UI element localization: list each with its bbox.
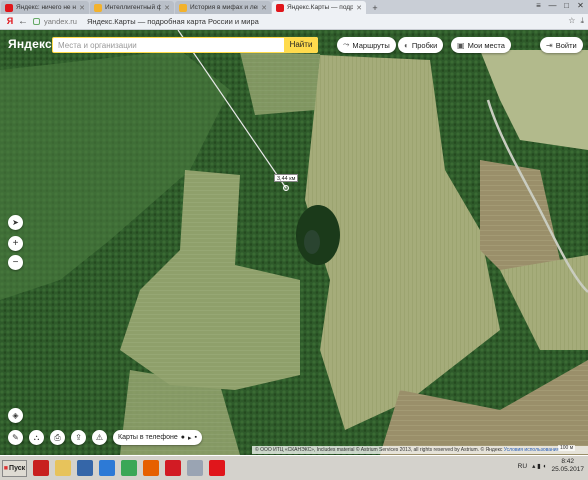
folder-icon[interactable] bbox=[55, 460, 71, 476]
route-icon: ⤳ bbox=[343, 40, 350, 49]
yandex-favicon-icon bbox=[5, 3, 13, 12]
satellite-map[interactable] bbox=[0, 30, 588, 455]
acrobat-icon[interactable] bbox=[33, 460, 49, 476]
start-label: Пуск bbox=[9, 464, 26, 472]
bookmark-icon: ▣ bbox=[457, 40, 465, 50]
yandex-maps-favicon-icon bbox=[276, 3, 284, 12]
close-window-icon[interactable]: ✕ bbox=[575, 1, 586, 10]
browser-tab[interactable]: Яндекс: ничего не найде ✕ bbox=[1, 1, 89, 14]
terms-link[interactable]: Условия использования bbox=[504, 447, 560, 453]
copyright-text: © ООО ИТЦ «СКАНЭКС», Includes material ©… bbox=[255, 447, 503, 453]
share-icon[interactable]: ⇪ bbox=[71, 430, 86, 445]
lock-icon bbox=[33, 18, 40, 25]
login-button[interactable]: ⇥ Войти bbox=[540, 37, 583, 53]
language-indicator[interactable]: RU bbox=[518, 463, 527, 470]
ruler-endpoint-icon[interactable] bbox=[283, 185, 289, 191]
opera-icon[interactable] bbox=[165, 460, 181, 476]
address-bar-actions: ☆ ⤓ bbox=[568, 16, 584, 26]
search-input[interactable] bbox=[53, 38, 284, 52]
login-label: Войти bbox=[555, 40, 577, 50]
bookmark-star-icon[interactable]: ☆ bbox=[568, 16, 575, 26]
minimize-icon[interactable]: — bbox=[547, 1, 558, 10]
geolocation-icon[interactable]: ➤ bbox=[8, 215, 23, 230]
taskbar-apps bbox=[27, 460, 225, 476]
maps-in-phone-label: Карты в телефоне bbox=[118, 434, 178, 441]
browser-tab[interactable]: История в мифах и легенд ✕ bbox=[175, 1, 271, 14]
system-tray: RU ▴ ▮ ◖ 8:42 25.05.2017 bbox=[518, 458, 584, 474]
tray-icons: ▴ ▮ ◖ bbox=[532, 463, 547, 470]
date: 25.05.2017 bbox=[551, 466, 584, 473]
traffic-button[interactable]: ◐ Пробки bbox=[398, 37, 444, 53]
url-field[interactable]: yandex.ru Яндекс.Карты — подробная карта… bbox=[33, 17, 259, 26]
search-box: Найти bbox=[52, 37, 318, 53]
clock[interactable]: 8:42 25.05.2017 bbox=[551, 458, 584, 474]
page-title: Яндекс.Карты — подробная карта России и … bbox=[86, 17, 259, 26]
window-controls: ≡ — □ ✕ bbox=[533, 1, 586, 10]
yandex-browser-icon[interactable] bbox=[209, 460, 225, 476]
yandex-logo[interactable]: Яндекс bbox=[8, 37, 52, 51]
zoom-in-button[interactable]: + bbox=[8, 236, 23, 251]
address-bar: Я ← yandex.ru Яндекс.Карты — подробная к… bbox=[0, 14, 588, 30]
close-tab-icon[interactable]: ✕ bbox=[356, 4, 362, 12]
login-icon: ⇥ bbox=[546, 40, 553, 50]
copyright-line: © ООО ИТЦ «СКАНЭКС», Includes material ©… bbox=[252, 446, 588, 454]
traffic-label: Пробки bbox=[411, 40, 438, 50]
download-icon[interactable]: ⤓ bbox=[580, 16, 584, 26]
find-button[interactable]: Найти bbox=[284, 37, 318, 53]
menu-icon[interactable]: ≡ bbox=[533, 1, 544, 10]
print-icon[interactable]: ⎙ bbox=[50, 430, 65, 445]
windows-flag-icon: ■ bbox=[3, 464, 9, 472]
tab-title: Яндекс: ничего не найде bbox=[16, 4, 76, 11]
chrome-icon[interactable] bbox=[121, 460, 137, 476]
warning-icon[interactable]: ⚠ bbox=[92, 430, 107, 445]
zoom-out-button[interactable]: − bbox=[8, 255, 23, 270]
maps-in-phone-button[interactable]: Карты в телефоне ● ▸ ▪ bbox=[113, 430, 202, 445]
tab-title: История в мифах и легенд bbox=[190, 4, 258, 11]
distance-label[interactable]: 3,44 км bbox=[274, 174, 299, 182]
windows-icon: ▪ bbox=[194, 434, 197, 441]
apple-icon: ● bbox=[180, 434, 185, 441]
routes-button[interactable]: ⤳ Маршруты bbox=[337, 37, 396, 53]
taskbar: ■ Пуск RU ▴ ▮ ◖ 8:42 25.05.2017 bbox=[0, 455, 588, 480]
maximize-icon[interactable]: □ bbox=[561, 1, 572, 10]
player-icon[interactable] bbox=[77, 460, 93, 476]
back-icon[interactable]: ← bbox=[17, 16, 29, 27]
ruler-icon[interactable]: ✎ bbox=[8, 430, 23, 445]
satellite-imagery bbox=[0, 30, 588, 455]
my-places-label: Мои места bbox=[467, 40, 505, 50]
ie-icon[interactable] bbox=[99, 460, 115, 476]
forum-favicon-icon bbox=[179, 3, 187, 12]
bottom-toolbar: ✎ ⛬ ⎙ ⇪ ⚠ Карты в телефоне ● ▸ ▪ bbox=[8, 430, 202, 445]
new-tab-button[interactable]: + bbox=[369, 2, 381, 14]
forum-favicon-icon bbox=[94, 3, 102, 12]
panorama-icon[interactable]: ⛬ bbox=[29, 430, 44, 445]
tab-title: Интеллигентный форум. Те bbox=[105, 4, 162, 11]
scale-bar: 100 м bbox=[558, 445, 576, 451]
traffic-light-icon: ◐ bbox=[404, 40, 409, 50]
routes-label: Маршруты bbox=[352, 40, 390, 50]
yandex-browser-button[interactable]: Я bbox=[3, 16, 17, 28]
start-button[interactable]: ■ Пуск bbox=[2, 459, 27, 477]
layers-icon[interactable]: ◈ bbox=[8, 408, 23, 423]
close-tab-icon[interactable]: ✕ bbox=[261, 4, 267, 12]
url-host: yandex.ru bbox=[44, 17, 77, 26]
browser-tab[interactable]: Интеллигентный форум. Те ✕ bbox=[90, 1, 174, 14]
firefox-icon[interactable] bbox=[143, 460, 159, 476]
close-tab-icon[interactable]: ✕ bbox=[164, 4, 170, 12]
browser-tab-strip: Яндекс: ничего не найде ✕ Интеллигентный… bbox=[0, 0, 588, 14]
close-tab-icon[interactable]: ✕ bbox=[79, 4, 85, 12]
my-places-button[interactable]: ▣ Мои места bbox=[451, 37, 511, 53]
time: 8:42 bbox=[561, 458, 575, 465]
browser-tab-active[interactable]: Яндекс.Карты — подробна ✕ bbox=[272, 1, 366, 14]
document-icon[interactable] bbox=[187, 460, 203, 476]
tab-title: Яндекс.Карты — подробна bbox=[287, 4, 354, 11]
android-icon: ▸ bbox=[187, 434, 192, 442]
